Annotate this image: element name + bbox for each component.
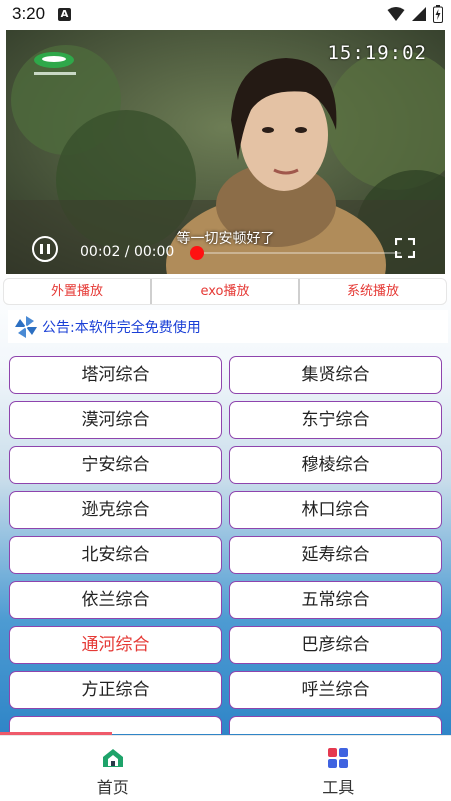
channel-button[interactable]: 北安综合 [9,536,222,574]
status-time: 3:20 [12,4,46,23]
station-logo [34,52,76,75]
player-mode-tabs: 外置播放 exo播放 系统播放 [3,278,447,305]
channel-button[interactable]: 通河综合 [9,626,222,664]
channel-button[interactable]: 延寿综合 [229,536,442,574]
channel-button[interactable]: 依兰综合 [9,581,222,619]
accessibility-notification-icon: A [58,8,71,21]
status-bar: 3:20 A [0,0,451,30]
channel-button[interactable]: 五常综合 [229,581,442,619]
nav-tools[interactable]: 工具 [226,736,451,801]
channel-button[interactable]: 塔河综合 [9,356,222,394]
video-clock: 15:19:02 [327,42,427,64]
channel-button[interactable]: 东宁综合 [229,401,442,439]
wifi-icon [387,7,405,21]
channel-button[interactable]: 漠河综合 [9,401,222,439]
pause-button[interactable] [32,236,58,262]
system-player-button[interactable]: 系统播放 [300,279,446,304]
channel-button[interactable]: 宁安综合 [9,446,222,484]
channel-button[interactable]: 呼兰综合 [229,671,442,709]
channel-button[interactable]: 巴彦综合 [229,626,442,664]
playback-time: 00:02 / 00:00 [80,244,175,260]
pinwheel-icon [15,315,37,338]
tools-icon [328,748,349,768]
status-icons [387,5,443,23]
nav-home-label: 首页 [96,778,129,797]
home-icon [102,749,123,767]
external-player-button[interactable]: 外置播放 [4,279,152,304]
video-player[interactable]: 15:19:02 等一切安顿好了 00:02 / 00:00 [6,30,445,274]
signal-icon [412,7,426,21]
channel-button[interactable]: 林口综合 [229,491,442,529]
announcement-bar: 公告:本软件完全免费使用 [8,310,448,343]
bottom-navigation: 首页 工具 [0,735,451,801]
video-subtitle: 等一切安顿好了 [176,231,275,247]
nav-home[interactable]: 首页 [0,736,226,801]
channel-button[interactable]: 穆棱综合 [229,446,442,484]
channel-button[interactable]: 集贤综合 [229,356,442,394]
nav-tools-label: 工具 [322,778,355,797]
exo-player-button[interactable]: exo播放 [152,279,300,304]
pause-icon-bar [40,244,43,254]
channel-button[interactable]: 方正综合 [9,671,222,709]
announcement-text: 公告:本软件完全免费使用 [42,319,201,336]
seek-bar[interactable] [196,252,401,254]
channel-list[interactable]: 塔河综合 集贤综合 漠河综合 东宁综合 宁安综合 穆棱综合 逊克综合 林口综合 北安综合 延寿综合… [9,356,442,734]
channel-button[interactable] [229,716,442,734]
fullscreen-icon[interactable] [395,238,415,258]
seek-bar-handle[interactable] [190,246,204,260]
battery-icon [433,5,443,23]
channel-button[interactable]: 逊克综合 [9,491,222,529]
pause-icon-bar [47,244,50,254]
